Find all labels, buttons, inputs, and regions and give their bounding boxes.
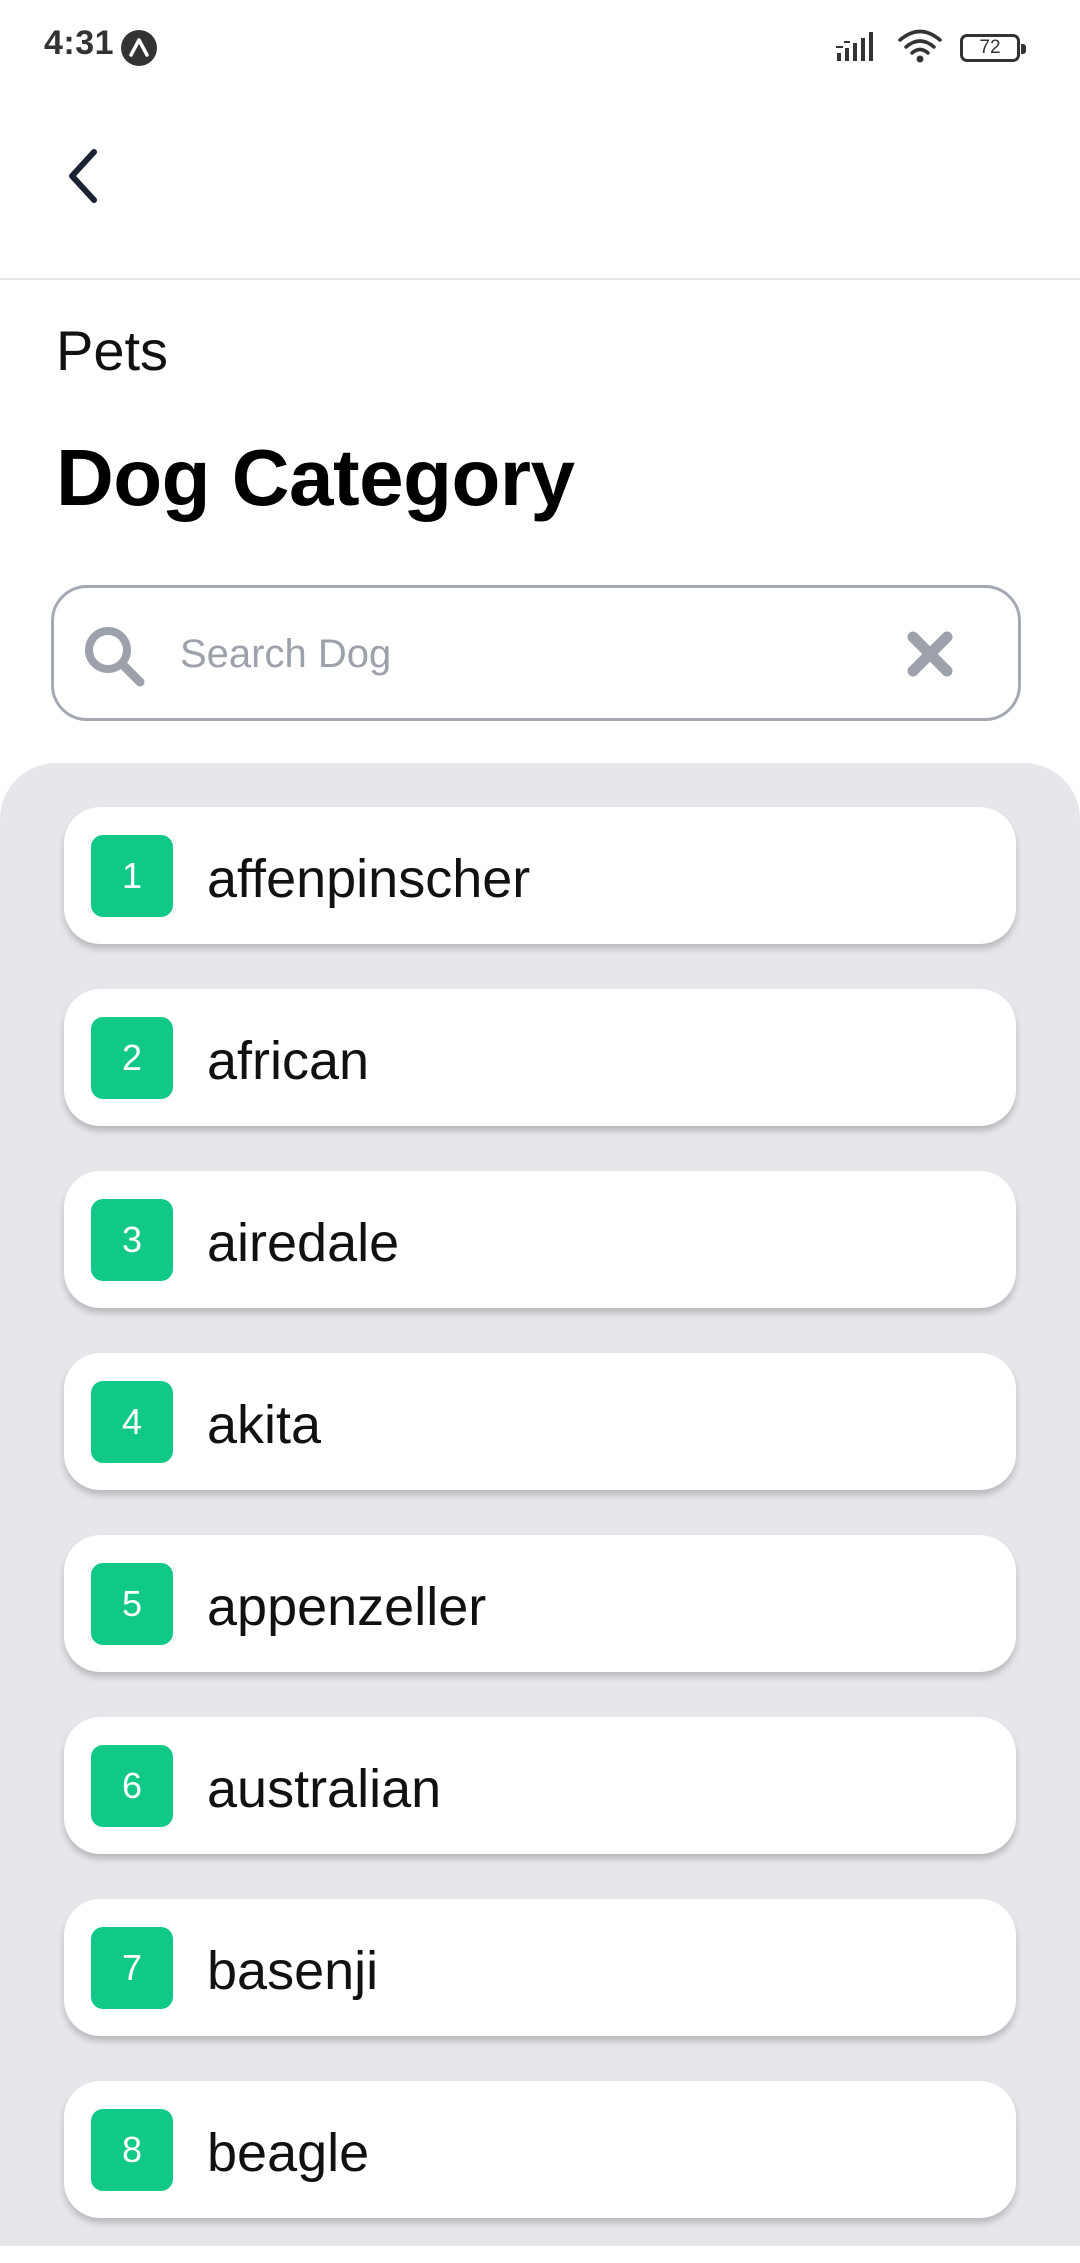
list-item-beagle[interactable]: 8 beagle: [64, 2081, 1016, 2218]
item-number-badge: 4: [91, 1381, 173, 1463]
item-number-badge: 3: [91, 1199, 173, 1281]
item-label: beagle: [207, 2123, 370, 2183]
item-label: affenpinscher: [207, 849, 531, 909]
item-number-badge: 7: [91, 1927, 173, 2009]
item-label: australian: [207, 1759, 442, 1819]
battery-icon: 72: [960, 34, 1026, 62]
list-item-appenzeller[interactable]: 5 appenzeller: [64, 1535, 1016, 1672]
item-number-badge: 1: [91, 835, 173, 917]
item-number-badge: 6: [91, 1745, 173, 1827]
breed-list: 1 affenpinscher 2 african 3 airedale 4 a…: [64, 807, 1016, 2263]
cellular-signal-icon: [836, 29, 880, 68]
status-time: 4:31: [44, 24, 115, 62]
search-icon: [82, 624, 146, 688]
item-number-badge: 5: [91, 1563, 173, 1645]
chevron-left-icon: [60, 146, 104, 211]
breadcrumb: Pets: [56, 319, 169, 382]
battery-level: 72: [979, 37, 1001, 58]
item-label: airedale: [207, 1213, 400, 1273]
status-indicators: 72: [836, 28, 1026, 68]
wifi-icon: [898, 29, 942, 68]
item-label: akita: [207, 1395, 322, 1455]
status-bar: 4:31 72: [0, 0, 1080, 96]
item-label: appenzeller: [207, 1577, 487, 1637]
clear-search-button[interactable]: [902, 628, 958, 684]
item-label: basenji: [207, 1941, 379, 2001]
page-title: Dog Category: [56, 433, 575, 522]
expo-app-icon: [120, 29, 158, 67]
item-number-badge: 8: [91, 2109, 173, 2191]
close-icon: [907, 631, 953, 682]
list-item-akita[interactable]: 4 akita: [64, 1353, 1016, 1490]
list-item-african[interactable]: 2 african: [64, 989, 1016, 1126]
item-number-badge: 2: [91, 1017, 173, 1099]
list-item-airedale[interactable]: 3 airedale: [64, 1171, 1016, 1308]
back-button[interactable]: [40, 136, 124, 220]
list-item-affenpinscher[interactable]: 1 affenpinscher: [64, 807, 1016, 944]
search-input[interactable]: [180, 618, 900, 690]
list-item-basenji[interactable]: 7 basenji: [64, 1899, 1016, 2036]
item-label: african: [207, 1031, 370, 1091]
search-bar: [51, 585, 1021, 721]
breed-list-panel: 1 affenpinscher 2 african 3 airedale 4 a…: [0, 763, 1080, 2246]
list-item-australian[interactable]: 6 australian: [64, 1717, 1016, 1854]
app-bar: [0, 96, 1080, 280]
